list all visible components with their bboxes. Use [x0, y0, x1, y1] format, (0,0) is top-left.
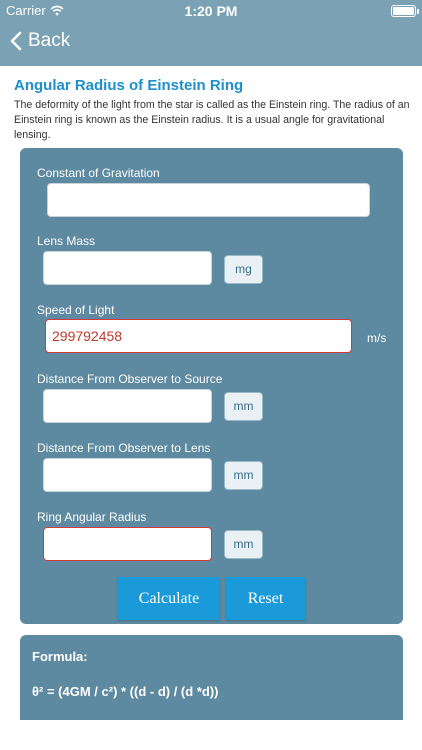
- ring-radius-unit-button[interactable]: mm: [224, 530, 263, 559]
- formula-text: θ² = (4GM / c²) * ((d - d) / (d *d)): [32, 684, 219, 699]
- observer-source-input[interactable]: [43, 389, 212, 423]
- reset-button[interactable]: Reset: [226, 577, 305, 620]
- lens-mass-input[interactable]: [43, 251, 212, 285]
- status-time: 1:20 PM: [184, 3, 238, 19]
- gravitation-label: Constant of Gravitation: [37, 166, 160, 180]
- lens-mass-label: Lens Mass: [37, 234, 96, 248]
- ring-radius-label: Ring Angular Radius: [37, 510, 147, 524]
- page-description: The deformity of the light from the star…: [14, 99, 410, 141]
- light-speed-unit: m/s: [367, 331, 387, 345]
- chevron-left-icon: [10, 31, 22, 51]
- light-speed-input[interactable]: [45, 319, 352, 353]
- formula-label: Formula:: [32, 649, 88, 664]
- battery-icon: [391, 5, 419, 17]
- lens-mass-unit-button[interactable]: mg: [224, 255, 263, 284]
- light-speed-label: Speed of Light: [37, 303, 115, 317]
- status-bar: Carrier 1:20 PM: [0, 0, 422, 22]
- observer-lens-unit-button[interactable]: mm: [224, 461, 263, 490]
- page-title: Angular Radius of Einstein Ring: [14, 77, 244, 94]
- observer-source-label: Distance From Observer to Source: [37, 372, 223, 386]
- nav-bar: Carrier 1:20 PM Back: [0, 0, 422, 66]
- observer-lens-input[interactable]: [43, 458, 212, 492]
- back-label: Back: [28, 30, 71, 51]
- bottom-spacer: [0, 720, 422, 750]
- back-button[interactable]: Back: [10, 30, 70, 52]
- gravitation-input[interactable]: [47, 183, 370, 217]
- calculate-button[interactable]: Calculate: [118, 577, 220, 620]
- observer-lens-label: Distance From Observer to Lens: [37, 441, 211, 455]
- observer-source-unit-button[interactable]: mm: [224, 392, 263, 421]
- ring-radius-input[interactable]: [43, 527, 212, 561]
